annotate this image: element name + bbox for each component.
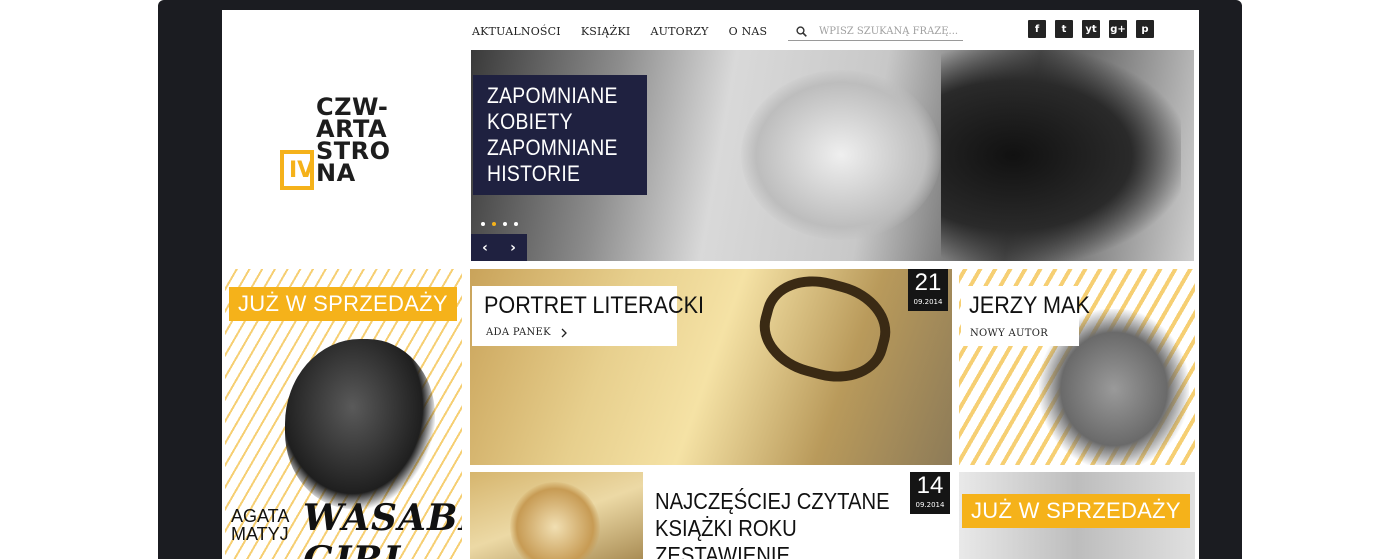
author-title: JERZY MAK (969, 292, 1090, 319)
tile-literary-portrait[interactable]: PORTRET LITERACKI ADA PANEK 21 09.2014 (470, 269, 952, 465)
hero-title-line: KOBIETY (487, 109, 573, 134)
new-release-badge: JUŻ W SPRZEDAŻY (229, 287, 457, 321)
slider-dot[interactable] (481, 222, 485, 226)
hero-photo-face (741, 70, 941, 240)
glasses-photo (749, 269, 901, 395)
search-input[interactable] (819, 25, 959, 37)
slider-arrows: ‹ › (471, 234, 527, 261)
tile-reading-image[interactable] (470, 472, 643, 559)
author-portrait (285, 339, 435, 509)
chevron-right-icon (561, 328, 567, 337)
facebook-icon[interactable]: f (1028, 20, 1046, 38)
main-nav: AKTUALNOŚCI KSIĄŻKI AUTORZY O NAS (472, 25, 787, 38)
nav-item-ksiazki[interactable]: KSIĄŻKI (581, 25, 631, 38)
author-name: AGATA MATYJ (231, 506, 290, 544)
nav-item-aktualnosci[interactable]: AKTUALNOŚCI (472, 25, 561, 38)
hero-photo-hair (941, 50, 1181, 261)
hero-title-box[interactable]: ZAPOMNIANE KOBIETY ZAPOMNIANE HISTORIE (473, 75, 648, 195)
site-logo[interactable]: CZW- ARTA STRO NA IV (280, 95, 410, 206)
hero-title-line: HISTORIE (487, 161, 581, 186)
tile-new-release-2[interactable]: JUŻ W SPRZEDAŻY (959, 472, 1195, 559)
pinterest-icon[interactable]: p (1136, 20, 1154, 38)
nav-item-autorzy[interactable]: AUTORZY (650, 25, 708, 38)
tile-new-release[interactable]: JUŻ W SPRZEDAŻY AGATA MATYJ WASABI GIRL (225, 269, 462, 559)
hero-slider[interactable]: ZAPOMNIANE KOBIETY ZAPOMNIANE HISTORIE ‹… (471, 50, 1194, 261)
chevron-left-icon[interactable]: ‹ (482, 240, 488, 256)
date-badge: 21 09.2014 (908, 269, 948, 311)
author-label-box: JERZY MAK NOWY AUTOR (961, 286, 1090, 346)
tile-most-read[interactable]: NAJCZĘŚCIEJ CZYTANE KSIĄŻKI ROKU ZESTAWI… (643, 472, 952, 559)
most-read-title: NAJCZĘŚCIEJ CZYTANE KSIĄŻKI ROKU ZESTAWI… (655, 488, 890, 559)
child-photo (510, 482, 600, 559)
new-release-badge: JUŻ W SPRZEDAŻY (962, 494, 1190, 528)
article-author-link[interactable]: ADA PANEK (486, 327, 567, 338)
article-title: PORTRET LITERACKI (484, 292, 705, 319)
website-screen: CZW- ARTA STRO NA IV AKTUALNOŚCI KSIĄŻKI… (222, 10, 1199, 559)
logo-line-4: NA (316, 159, 356, 187)
chevron-right-icon[interactable]: › (510, 240, 516, 256)
search-icon[interactable] (796, 25, 807, 37)
article-label-box: PORTRET LITERACKI ADA PANEK (472, 286, 704, 346)
hero-title-line: ZAPOMNIANE (487, 83, 618, 108)
twitter-icon[interactable]: t (1055, 20, 1073, 38)
logo-mark: IV (280, 150, 314, 190)
hero-title-line: ZAPOMNIANE (487, 135, 618, 160)
slider-dot[interactable] (514, 222, 518, 226)
search-bar (788, 22, 963, 41)
book-title: WASABI GIRL (303, 497, 462, 559)
google-plus-icon[interactable]: g+ (1109, 20, 1127, 38)
slider-dot[interactable] (503, 222, 507, 226)
social-links: f t yt g+ p (1028, 20, 1154, 38)
author-subtitle: NOWY AUTOR (970, 328, 1049, 339)
tile-new-author[interactable]: JERZY MAK NOWY AUTOR (959, 269, 1195, 465)
slider-dot-active[interactable] (492, 222, 496, 226)
youtube-icon[interactable]: yt (1082, 20, 1100, 38)
nav-item-o-nas[interactable]: O NAS (729, 25, 768, 38)
date-badge: 14 09.2014 (910, 472, 950, 514)
slider-dots (481, 222, 518, 226)
